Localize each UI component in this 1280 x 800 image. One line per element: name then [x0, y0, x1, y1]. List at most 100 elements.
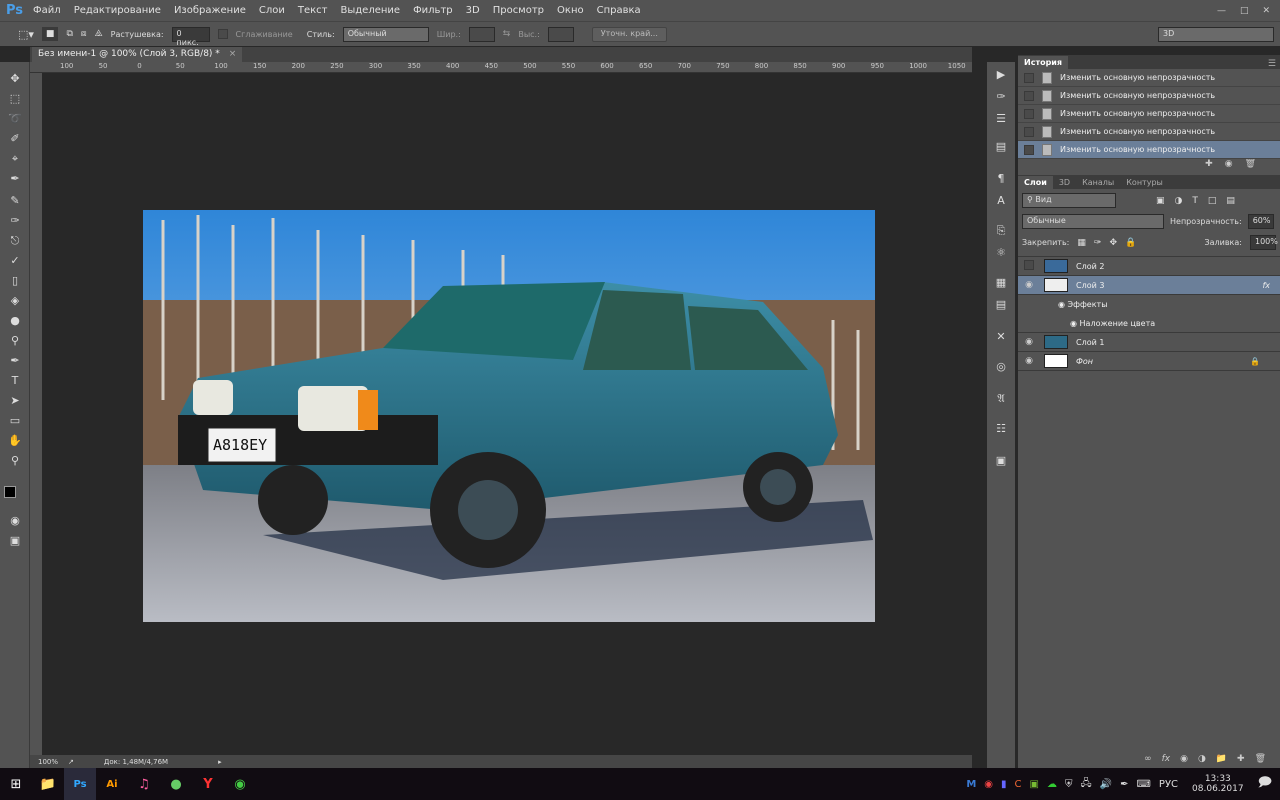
notifications-icon[interactable]: 🗩 [1258, 773, 1272, 795]
history-item[interactable]: Изменить основную непрозрачность [1018, 87, 1280, 105]
filter-pixel-icon[interactable]: ▣ [1156, 196, 1165, 206]
pen-tool-icon[interactable]: ✒ [8, 354, 22, 368]
notes-icon[interactable]: ▤ [994, 298, 1008, 312]
fx-icon[interactable]: fx [1262, 281, 1270, 290]
chrome-tray-icon[interactable]: ◉ [984, 779, 993, 790]
add-mask-icon[interactable]: ◉ [1180, 754, 1188, 768]
refine-edge-button[interactable]: Уточн. край... [591, 26, 667, 42]
add-style-icon[interactable]: fx [1162, 754, 1171, 768]
character-icon[interactable]: A [994, 194, 1008, 208]
menu-view[interactable]: Просмотр [493, 5, 544, 16]
eyedropper-icon[interactable]: ✒ [8, 172, 22, 186]
history-item[interactable]: Изменить основную непрозрачность [1018, 123, 1280, 141]
minimize-icon[interactable]: — [1217, 6, 1226, 16]
style-select[interactable]: Обычный [342, 26, 429, 42]
close-tab-icon[interactable]: × [229, 49, 237, 59]
clock[interactable]: 13:33 08.06.2017 [1192, 774, 1244, 794]
width-input[interactable] [468, 26, 495, 42]
defender-shield-icon[interactable]: ⛨ [1065, 779, 1073, 790]
screen-mode-icon[interactable]: ▣ [8, 534, 22, 548]
visibility-toggle-off[interactable] [1024, 259, 1034, 270]
new-selection-icon[interactable]: ■ [41, 27, 59, 41]
blend-mode-select[interactable]: Обычные [1022, 214, 1164, 229]
effects-row[interactable]: ◉ Эффекты [1018, 295, 1280, 314]
healing-brush-icon[interactable]: ✎ [8, 194, 22, 208]
layer-row[interactable]: Слой 2 [1018, 257, 1280, 276]
malwarebytes-icon[interactable]: M [966, 779, 976, 790]
antialias-checkbox[interactable] [217, 29, 228, 39]
move-tool-icon[interactable]: ✥ [8, 72, 22, 86]
lock-pixels-icon[interactable]: ✑ [1094, 238, 1102, 248]
feather-input[interactable]: 0 пикс. [171, 26, 210, 47]
layer-filter-select[interactable]: ⚲ Вид [1022, 193, 1116, 208]
swap-icon[interactable]: ⇆ [503, 29, 511, 39]
lasso-tool-icon[interactable]: ➰ [8, 112, 22, 126]
start-windows-icon[interactable]: ⊞ [0, 768, 32, 800]
stamp-tool-icon[interactable]: ⎋ [8, 234, 22, 248]
crop-tool-icon[interactable]: ⌖ [8, 152, 22, 166]
glyphs-icon[interactable]: 𝔄 [994, 392, 1008, 406]
new-layer-icon[interactable]: ✚ [1237, 754, 1245, 768]
status-menu-arrow[interactable]: ▸ [218, 758, 222, 766]
play-icon[interactable]: ▶ [994, 68, 1008, 82]
intersect-selection-icon[interactable]: ⧌ [95, 29, 103, 39]
paragraph-icon[interactable]: ¶ [994, 172, 1008, 186]
lock-transparency-icon[interactable]: ▦ [1077, 238, 1086, 248]
tab-channels[interactable]: Каналы [1076, 176, 1120, 189]
layer-row[interactable]: ◉ Фон 🔒 [1018, 352, 1280, 371]
cloud-sync-icon[interactable]: ☁ [1047, 779, 1057, 790]
marquee-tool-icon[interactable]: ⬚ [8, 92, 22, 106]
type-tool-icon[interactable]: T [8, 374, 22, 388]
history-item[interactable]: Изменить основную непрозрачность [1018, 105, 1280, 123]
filter-smart-icon[interactable]: ▤ [1226, 196, 1235, 206]
yandex-browser-icon[interactable]: Y [192, 768, 224, 800]
menu-window[interactable]: Окно [557, 5, 584, 16]
menu-select[interactable]: Выделение [341, 5, 401, 16]
foreground-color-swatch[interactable] [4, 486, 16, 498]
language-indicator[interactable]: РУС [1159, 779, 1178, 790]
file-explorer-icon[interactable]: 📁 [32, 768, 64, 800]
menu-filter[interactable]: Фильтр [413, 5, 453, 16]
quick-select-icon[interactable]: ✐ [8, 132, 22, 146]
tab-3d[interactable]: 3D [1053, 176, 1076, 189]
export-icon[interactable]: ↗ [68, 758, 74, 766]
menu-file[interactable]: Файл [33, 5, 61, 16]
delete-state-icon[interactable]: 🗑 [1245, 159, 1256, 173]
menu-image[interactable]: Изображение [174, 5, 246, 16]
filter-shape-icon[interactable]: □ [1208, 196, 1217, 206]
eye-icon[interactable]: ◉ [1058, 300, 1068, 309]
filter-type-icon[interactable]: T [1192, 196, 1198, 206]
ccleaner-icon[interactable]: C [1015, 779, 1022, 790]
zoom-tool-icon[interactable]: ⚲ [8, 454, 22, 468]
new-document-from-state-icon[interactable]: ✚ [1205, 159, 1213, 173]
layer-row[interactable]: ◉ Слой 1 [1018, 333, 1280, 352]
brush-preset-icon[interactable]: ✑ [994, 90, 1008, 104]
styles-icon[interactable]: ◎ [994, 360, 1008, 374]
dodge-tool-icon[interactable]: ⚲ [8, 334, 22, 348]
adjustment-layer-icon[interactable]: ◑ [1198, 754, 1206, 768]
canvas-image[interactable]: A818EY [143, 210, 875, 622]
illustrator-taskbar-icon[interactable]: Ai [96, 768, 128, 800]
quick-mask-icon[interactable]: ◉ [8, 514, 22, 528]
filter-adjustment-icon[interactable]: ◑ [1175, 196, 1183, 206]
snapshot-camera-icon[interactable]: ◉ [1225, 159, 1233, 173]
tab-paths[interactable]: Контуры [1120, 176, 1169, 189]
fill-input[interactable]: 100% [1250, 235, 1278, 250]
brush-tool-icon[interactable]: ✑ [8, 214, 22, 228]
eye-icon[interactable]: ◉ [1070, 319, 1080, 328]
menu-3d[interactable]: 3D [466, 5, 480, 16]
menu-edit[interactable]: Редактирование [74, 5, 161, 16]
photoshop-taskbar-icon[interactable]: Ps [64, 768, 96, 800]
volume-icon[interactable]: 🔊 [1100, 779, 1112, 790]
3d-panel-icon[interactable]: ▣ [994, 454, 1008, 468]
eye-icon[interactable]: ◉ [1018, 280, 1040, 290]
tab-layers[interactable]: Слои [1018, 176, 1053, 189]
opacity-input[interactable]: 60% [1247, 214, 1274, 229]
marquee-tool-icon[interactable]: ⬚▾ [18, 28, 34, 41]
tool-presets-icon[interactable]: ⚛ [994, 246, 1008, 260]
menu-text[interactable]: Текст [298, 5, 328, 16]
eye-icon[interactable]: ◉ [1018, 356, 1040, 366]
effect-item[interactable]: ◉ Наложение цвета [1018, 314, 1280, 333]
properties-icon[interactable]: ▤ [994, 140, 1008, 154]
adjustments-icon[interactable]: ☰ [994, 112, 1008, 126]
